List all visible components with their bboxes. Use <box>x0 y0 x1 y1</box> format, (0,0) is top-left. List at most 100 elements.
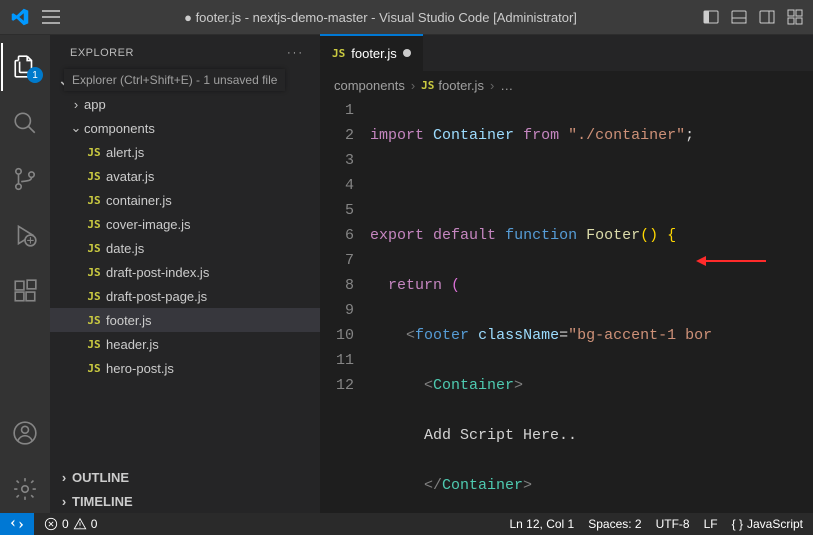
file-item[interactable]: JSalert.js <box>50 140 320 164</box>
file-item[interactable]: JShero-post.js <box>50 356 320 380</box>
window-title: ● footer.js - nextjs-demo-master - Visua… <box>60 10 701 25</box>
file-item[interactable]: JSdate.js <box>50 236 320 260</box>
file-item-footer[interactable]: JSfooter.js <box>50 308 320 332</box>
file-tree: › app ⌄ components JSalert.js JSavatar.j… <box>50 92 320 465</box>
line-number: 4 <box>320 173 354 198</box>
errors-count: 0 <box>62 517 69 531</box>
chevron-down-icon: ⌄ <box>68 120 84 136</box>
breadcrumb-trail[interactable]: … <box>500 78 513 93</box>
toggle-panel-icon[interactable] <box>729 7 749 27</box>
folder-label: app <box>84 97 106 112</box>
language-mode[interactable]: { } JavaScript <box>732 517 803 531</box>
remote-indicator[interactable] <box>0 513 34 535</box>
chevron-right-icon: › <box>488 78 496 93</box>
js-file-icon: JS <box>84 362 104 375</box>
line-number: 2 <box>320 123 354 148</box>
timeline-section[interactable]: › TIMELINE <box>50 489 320 513</box>
file-item[interactable]: JSdraft-post-page.js <box>50 284 320 308</box>
menu-icon[interactable] <box>42 10 60 24</box>
annotation-arrow-icon <box>696 256 766 266</box>
language-label: JavaScript <box>747 517 803 531</box>
run-debug-view-icon[interactable] <box>1 211 49 259</box>
chevron-right-icon: › <box>56 494 72 509</box>
sidebar-header: EXPLORER ··· <box>50 35 320 70</box>
js-file-icon: JS <box>84 266 104 279</box>
js-file-icon: JS <box>84 194 104 207</box>
js-file-icon: JS <box>84 338 104 351</box>
file-label: date.js <box>106 241 144 256</box>
line-number: 10 <box>320 323 354 348</box>
js-file-icon: JS <box>421 79 434 92</box>
vscode-icon <box>8 5 32 29</box>
customize-layout-icon[interactable] <box>785 7 805 27</box>
chevron-right-icon: › <box>409 78 417 93</box>
js-file-icon: JS <box>84 146 104 159</box>
encoding-status[interactable]: UTF-8 <box>656 517 690 531</box>
outline-section[interactable]: › OUTLINE <box>50 465 320 489</box>
file-label: container.js <box>106 193 172 208</box>
search-view-icon[interactable] <box>1 99 49 147</box>
title-project: nextjs-demo-master <box>253 10 368 25</box>
tab-footer-js[interactable]: JS footer.js <box>320 35 424 71</box>
folder-app[interactable]: › app <box>50 92 320 116</box>
file-item[interactable]: JSavatar.js <box>50 164 320 188</box>
braces-icon: { } <box>732 517 743 531</box>
line-number: 6 <box>320 223 354 248</box>
explorer-badge: 1 <box>27 67 43 83</box>
settings-gear-icon[interactable] <box>1 465 49 513</box>
accounts-icon[interactable] <box>1 409 49 457</box>
explorer-view-icon[interactable]: 1 <box>1 43 49 91</box>
toggle-primary-sidebar-icon[interactable] <box>701 7 721 27</box>
workspace-root[interactable]: ⌄ NEXTJS-DEMO-MASTER <box>50 70 320 92</box>
timeline-label: TIMELINE <box>72 494 133 509</box>
file-item[interactable]: JSdraft-post-index.js <box>50 260 320 284</box>
js-file-icon: JS <box>84 314 104 327</box>
title-admin: [Administrator] <box>493 10 577 25</box>
js-file-icon: JS <box>84 170 104 183</box>
problems-status[interactable]: 0 0 <box>44 517 97 531</box>
folder-components[interactable]: ⌄ components <box>50 116 320 140</box>
folder-label: components <box>84 121 155 136</box>
line-number: 5 <box>320 198 354 223</box>
error-icon <box>44 517 58 531</box>
source-control-view-icon[interactable] <box>1 155 49 203</box>
line-number: 3 <box>320 148 354 173</box>
line-number: 7 <box>320 248 354 273</box>
chevron-down-icon: ⌄ <box>56 73 72 89</box>
indentation-status[interactable]: Spaces: 2 <box>588 517 641 531</box>
js-file-icon: JS <box>84 242 104 255</box>
title-app: Visual Studio Code <box>379 10 489 25</box>
file-label: draft-post-page.js <box>106 289 207 304</box>
code-editor[interactable]: 1 2 3 4 5 6 7 8 9 10 11 12 import Contai… <box>320 98 813 513</box>
breadcrumb[interactable]: components › JS footer.js › … <box>320 72 813 98</box>
cursor-position[interactable]: Ln 12, Col 1 <box>510 517 575 531</box>
extensions-view-icon[interactable] <box>1 267 49 315</box>
toggle-secondary-sidebar-icon[interactable] <box>757 7 777 27</box>
file-item[interactable]: JScover-image.js <box>50 212 320 236</box>
outline-label: OUTLINE <box>72 470 129 485</box>
file-label: header.js <box>106 337 159 352</box>
warning-icon <box>73 517 87 531</box>
eol-status[interactable]: LF <box>704 517 718 531</box>
js-file-icon: JS <box>332 47 345 60</box>
line-number: 1 <box>320 98 354 123</box>
line-number: 11 <box>320 348 354 373</box>
file-item[interactable]: JScontainer.js <box>50 188 320 212</box>
file-label: hero-post.js <box>106 361 174 376</box>
line-number-gutter: 1 2 3 4 5 6 7 8 9 10 11 12 <box>320 98 370 513</box>
file-label: footer.js <box>106 313 152 328</box>
line-number: 9 <box>320 298 354 323</box>
breadcrumb-file[interactable]: footer.js <box>438 78 484 93</box>
warnings-count: 0 <box>91 517 98 531</box>
layout-controls <box>701 7 805 27</box>
js-file-icon: JS <box>84 290 104 303</box>
line-number: 8 <box>320 273 354 298</box>
chevron-right-icon: › <box>56 470 72 485</box>
file-item[interactable]: JSheader.js <box>50 332 320 356</box>
breadcrumb-folder[interactable]: components <box>334 78 405 93</box>
file-label: alert.js <box>106 145 144 160</box>
sidebar-title: EXPLORER <box>70 47 134 59</box>
file-label: draft-post-index.js <box>106 265 209 280</box>
code-content[interactable]: import Container from "./container"; exp… <box>370 98 813 513</box>
sidebar-more-icon[interactable]: ··· <box>287 47 304 59</box>
